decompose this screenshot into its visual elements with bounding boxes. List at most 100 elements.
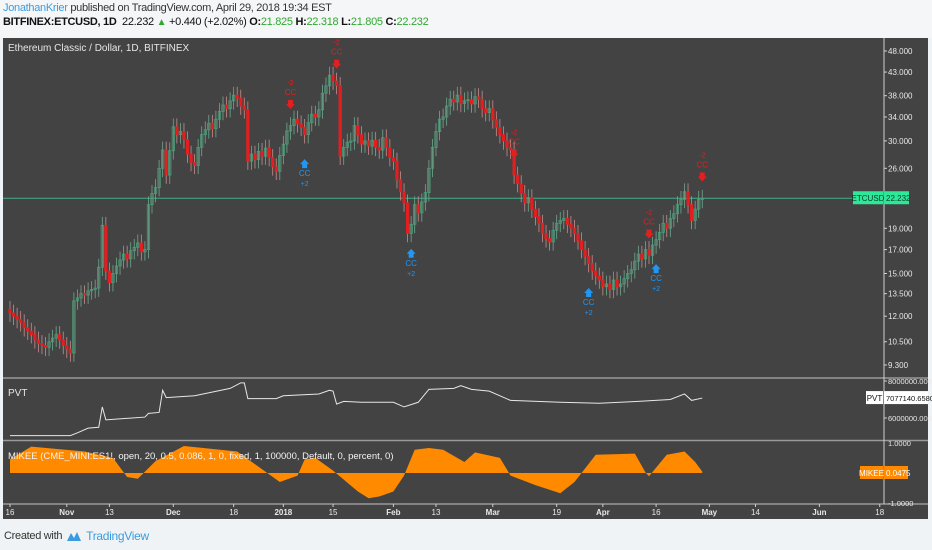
candle-body — [338, 85, 342, 157]
time-tick-label: 18 — [875, 508, 884, 517]
candle-body — [356, 125, 360, 136]
candle-body — [377, 146, 381, 151]
tradingview-logo-icon — [67, 532, 82, 541]
candle-body — [491, 108, 495, 121]
candle-body — [533, 208, 538, 217]
candle-body — [665, 222, 669, 229]
candle-body — [189, 153, 193, 163]
candle — [100, 216, 104, 277]
candle — [104, 216, 108, 280]
candle-body — [579, 240, 584, 250]
candle-body — [274, 166, 278, 172]
candle-body — [235, 94, 239, 99]
candle-body — [540, 222, 545, 234]
candle-body — [686, 191, 690, 206]
time-tick-label: Jun — [812, 508, 826, 517]
candle-body — [185, 139, 190, 155]
created-with-text: Created with — [4, 530, 63, 542]
candle-body — [303, 126, 307, 136]
candle-body — [210, 122, 214, 129]
candle-body — [476, 96, 481, 100]
candle-body — [313, 113, 317, 118]
price-tick-label: 13.500 — [888, 290, 913, 299]
candle-body — [125, 253, 129, 260]
candle-body — [501, 134, 506, 142]
price-tick-label: 9.300 — [888, 361, 909, 370]
pvt-symbol: PVT — [867, 394, 883, 403]
time-tick-label: 14 — [751, 508, 760, 517]
candle-body — [498, 126, 502, 136]
candle-body — [182, 131, 186, 141]
price-tick-label: 19.000 — [888, 224, 913, 233]
candle-body — [484, 108, 488, 113]
price-tick-label: 17.000 — [888, 246, 913, 255]
buy-signal-value: +2 — [301, 181, 309, 188]
candle-body — [175, 126, 179, 136]
buy-signal-value: +2 — [585, 310, 593, 317]
candle-body — [608, 283, 612, 290]
tradingview-brand[interactable]: TradingView — [86, 529, 149, 543]
candle-body — [22, 322, 26, 329]
candle-body — [690, 204, 694, 221]
candle-body — [267, 147, 271, 158]
candle-body — [469, 99, 474, 105]
candle-body — [192, 162, 197, 166]
candle-body — [374, 139, 378, 148]
candle-body — [508, 146, 513, 151]
candle-body — [58, 334, 62, 341]
buy-signal-label: CC — [299, 169, 311, 178]
candle-body — [107, 270, 111, 284]
candle-body — [29, 330, 33, 335]
mikee-title: MIKEE (CME_MINI:ES1!, open, 20, 0.5, 0.0… — [8, 451, 394, 462]
candle-body — [242, 105, 246, 111]
sell-signal-label: CC — [331, 48, 343, 57]
candle-body — [587, 256, 591, 264]
time-tick-label: Nov — [59, 508, 75, 517]
price-tick-label: 43.000 — [888, 68, 913, 77]
chart-canvas[interactable]: -2CCCC+2-2CCCC+2-2CCCC+2-2CCCC+2-2CC Eth… — [0, 0, 932, 520]
buy-signal-value: +2 — [407, 271, 415, 278]
mikee-tick-label: -1.0000 — [888, 499, 913, 508]
candle-body — [572, 227, 577, 234]
candle-body — [565, 218, 569, 225]
candle-body — [576, 232, 580, 242]
price-tick-label: 12.000 — [888, 312, 913, 321]
price-tick-label: 30.000 — [888, 137, 913, 146]
candle-body — [224, 104, 229, 110]
sell-signal-value: -2 — [699, 153, 705, 160]
candle-body — [594, 270, 598, 277]
candle-body — [597, 275, 601, 281]
price-tick-label: 48.000 — [888, 47, 913, 56]
price-tick-label: 15.000 — [888, 270, 913, 279]
candle-body — [548, 238, 552, 243]
candle-body — [615, 279, 619, 288]
candle-body — [537, 216, 541, 224]
last-price-value: 22.232 — [886, 194, 911, 203]
mikee-symbol: MIKEE — [859, 469, 884, 478]
candle-body — [8, 308, 12, 314]
candle-body — [43, 345, 48, 348]
candle-body — [494, 119, 498, 128]
mikee-tick-label: 1.0000 — [888, 439, 911, 448]
candle-body — [516, 174, 520, 184]
chart-background — [3, 38, 928, 519]
candle-body — [271, 157, 275, 168]
candle — [338, 76, 342, 165]
candle-body — [82, 293, 87, 296]
candle-body — [395, 160, 399, 181]
candle-body — [640, 253, 644, 260]
pvt-value: 7077140.6580 — [886, 394, 932, 403]
candle-body — [260, 150, 264, 157]
candle-body — [647, 249, 651, 256]
candle — [246, 101, 250, 170]
time-tick-label: 13 — [432, 508, 441, 517]
candle-body — [405, 202, 410, 234]
pvt-tick-label: 8000000.0000 — [888, 377, 932, 386]
time-tick-label: Mar — [486, 508, 500, 517]
candle-body — [36, 339, 41, 344]
candle-body — [139, 242, 143, 253]
candle-body — [359, 134, 364, 145]
last-price-symbol: ETCUSD — [852, 194, 885, 203]
candle-body — [544, 232, 548, 240]
time-tick-label: Dec — [166, 508, 181, 517]
